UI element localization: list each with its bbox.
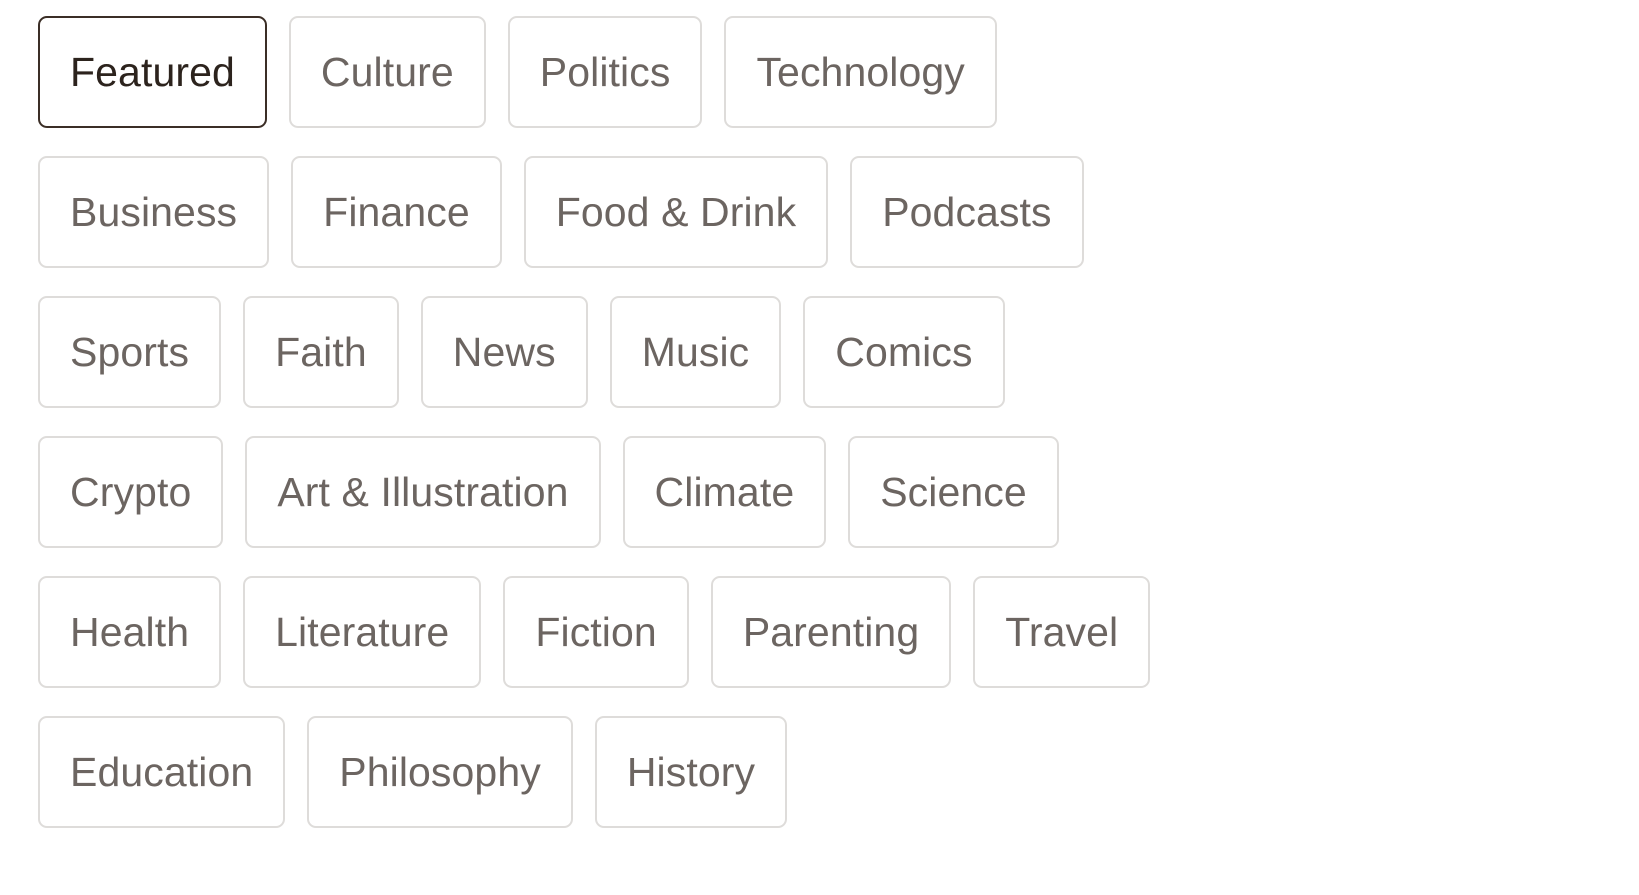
category-chip-label: Music — [641, 328, 750, 375]
category-chip-label: History — [626, 748, 756, 795]
category-chip-history[interactable]: History — [594, 716, 788, 828]
category-chip-row: Health Literature Fiction Parenting Travel — [38, 576, 1639, 688]
category-chip-news[interactable]: News — [420, 296, 588, 408]
category-chip-education[interactable]: Education — [38, 716, 286, 828]
category-chip-politics[interactable]: Politics — [507, 16, 703, 128]
category-chip-label: Science — [880, 468, 1027, 515]
category-chip-label: Travel — [1005, 608, 1119, 655]
category-chip-row: Featured Culture Politics Technology — [38, 16, 1639, 128]
category-chip-philosophy[interactable]: Philosophy — [307, 716, 573, 828]
category-chip-label: Literature — [275, 608, 450, 655]
category-chip-label: Fiction — [535, 608, 657, 655]
category-chip-row: Business Finance Food & Drink Podcasts — [38, 156, 1639, 268]
category-chip-label: Politics — [539, 48, 671, 95]
category-chip-row: Education Philosophy History — [38, 716, 1639, 828]
category-chip-music[interactable]: Music — [609, 296, 782, 408]
category-chip-sports[interactable]: Sports — [38, 296, 222, 408]
category-chip-label: Culture — [320, 48, 454, 95]
category-chip-label: Featured — [70, 48, 235, 95]
category-chip-health[interactable]: Health — [38, 576, 222, 688]
category-filter-nav: Featured Culture Politics Technology Busines… — [0, 0, 1639, 828]
category-chip-label: Faith — [275, 328, 367, 375]
category-chip-label: Technology — [756, 48, 965, 95]
category-chip-faith[interactable]: Faith — [243, 296, 399, 408]
category-chip-label: Business — [70, 188, 238, 235]
category-chip-row: Sports Faith News Music Comics — [38, 296, 1639, 408]
category-chip-technology[interactable]: Technology — [724, 16, 997, 128]
category-chip-label: Comics — [835, 328, 973, 375]
category-chip-label: Art & Illustration — [277, 468, 569, 515]
category-chip-business[interactable]: Business — [38, 156, 270, 268]
category-chip-row: Crypto Art & Illustration Climate Science — [38, 436, 1639, 548]
category-chip-label: Food & Drink — [555, 188, 797, 235]
category-chip-food-and-drink[interactable]: Food & Drink — [523, 156, 829, 268]
category-chip-science[interactable]: Science — [848, 436, 1059, 548]
category-chip-featured[interactable]: Featured — [38, 16, 267, 128]
category-chip-finance[interactable]: Finance — [291, 156, 502, 268]
category-chip-label: Health — [70, 608, 190, 655]
category-chip-label: Parenting — [742, 608, 920, 655]
category-chip-literature[interactable]: Literature — [243, 576, 482, 688]
category-chip-crypto[interactable]: Crypto — [38, 436, 224, 548]
category-chip-label: Crypto — [70, 468, 192, 515]
category-chip-culture[interactable]: Culture — [288, 16, 486, 128]
category-chip-label: Sports — [70, 328, 190, 375]
category-chip-art-and-illustration[interactable]: Art & Illustration — [245, 436, 601, 548]
category-chip-parenting[interactable]: Parenting — [710, 576, 952, 688]
category-chip-label: Education — [70, 748, 254, 795]
category-chip-label: Finance — [323, 188, 470, 235]
category-chip-fiction[interactable]: Fiction — [503, 576, 689, 688]
category-chip-comics[interactable]: Comics — [803, 296, 1005, 408]
category-chip-label: Philosophy — [339, 748, 541, 795]
category-chip-label: Podcasts — [882, 188, 1052, 235]
category-chip-rows: Featured Culture Politics Technology Busines… — [38, 16, 1639, 828]
category-chip-climate[interactable]: Climate — [622, 436, 827, 548]
category-chip-label: Climate — [654, 468, 795, 515]
category-chip-travel[interactable]: Travel — [973, 576, 1151, 688]
category-chip-podcasts[interactable]: Podcasts — [850, 156, 1084, 268]
category-chip-label: News — [452, 328, 556, 375]
